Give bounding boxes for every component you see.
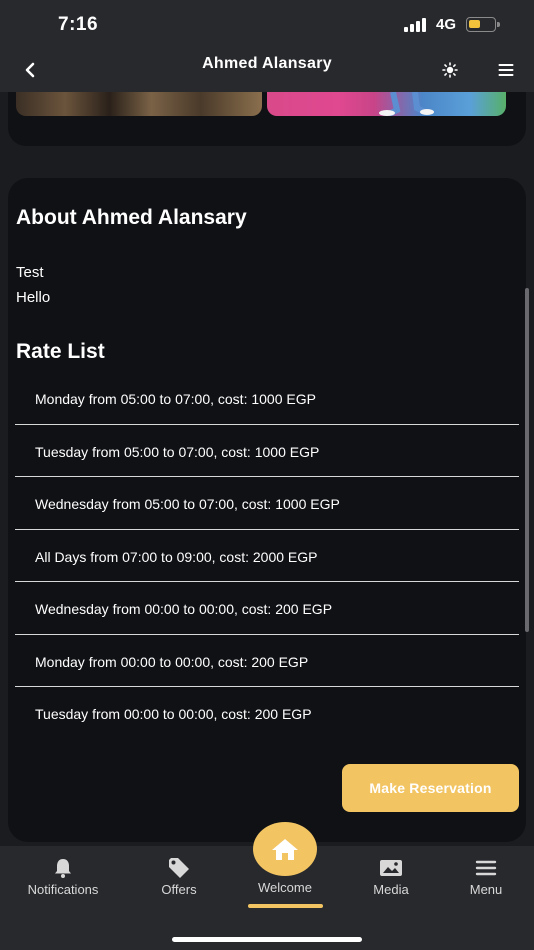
media-gallery-card	[8, 92, 526, 146]
bell-icon	[55, 859, 71, 878]
rate-item-text: All Days from 07:00 to 09:00, cost: 2000…	[35, 548, 318, 565]
sun-icon	[442, 62, 458, 78]
signal-icon	[404, 18, 430, 32]
scrollbar[interactable]	[525, 288, 529, 632]
rate-list-item: All Days from 07:00 to 09:00, cost: 2000…	[15, 530, 519, 582]
home-indicator[interactable]	[172, 937, 362, 942]
tab-label: Offers	[161, 882, 197, 897]
theme-toggle-button[interactable]	[438, 56, 462, 84]
tab-menu[interactable]: Menu	[438, 854, 534, 904]
tab-label: Menu	[469, 882, 503, 897]
network-type: 4G	[436, 16, 457, 33]
about-title: About Ahmed Alansary	[16, 206, 247, 229]
gallery-photo[interactable]	[267, 92, 506, 116]
rate-list-title: Rate List	[16, 340, 105, 363]
active-tab-indicator	[248, 904, 323, 908]
make-reservation-button[interactable]: Make Reservation	[342, 764, 519, 812]
rate-list-item: Wednesday from 00:00 to 00:00, cost: 200…	[15, 582, 519, 635]
rate-item-text: Monday from 00:00 to 00:00, cost: 200 EG…	[35, 653, 309, 670]
about-text-line: Hello	[16, 289, 51, 306]
tab-label: Media	[373, 882, 409, 897]
rate-list-item: Wednesday from 05:00 to 07:00, cost: 100…	[15, 477, 519, 530]
tab-notifications[interactable]: Notifications	[15, 854, 111, 904]
status-time: 7:16	[58, 14, 99, 35]
gallery-photo[interactable]	[16, 92, 262, 116]
rate-list: Monday from 05:00 to 07:00, cost: 1000 E…	[15, 372, 519, 740]
battery-icon	[466, 17, 500, 32]
tab-offers[interactable]: Offers	[131, 854, 227, 904]
tab-media[interactable]: Media	[343, 854, 439, 904]
scroll-content[interactable]: About Ahmed Alansary Test Hello Rate Lis…	[0, 92, 534, 846]
tab-label: Welcome	[258, 880, 312, 895]
rate-list-item: Monday from 00:00 to 00:00, cost: 200 EG…	[15, 635, 519, 687]
image-icon	[380, 860, 402, 876]
hamburger-menu-icon	[475, 860, 497, 876]
app-header: Ahmed Alansary	[0, 48, 534, 92]
header-menu-button[interactable]	[494, 56, 518, 84]
rate-list-item: Monday from 05:00 to 07:00, cost: 1000 E…	[15, 372, 519, 425]
rate-item-text: Wednesday from 05:00 to 07:00, cost: 100…	[35, 496, 340, 512]
bottom-tab-bar: Notifications Offers Welcome Media Menu	[0, 822, 534, 950]
status-bar: 7:16 4G	[0, 0, 534, 48]
home-icon	[272, 839, 298, 860]
rate-list-item: Tuesday from 05:00 to 07:00, cost: 1000 …	[15, 425, 519, 477]
about-text-line: Test	[16, 264, 44, 281]
tab-welcome[interactable]	[253, 822, 317, 876]
about-card: About Ahmed Alansary Test Hello Rate Lis…	[8, 178, 526, 842]
rate-item-text: Tuesday from 05:00 to 07:00, cost: 1000 …	[35, 443, 320, 460]
app-screen: 7:16 4G Ahmed Alansary About Ahmed Alans…	[0, 0, 534, 950]
tab-label: Notifications	[27, 882, 99, 897]
rate-list-item: Tuesday from 00:00 to 00:00, cost: 200 E…	[15, 687, 519, 740]
photo-figure	[379, 92, 434, 116]
hamburger-menu-icon	[498, 64, 514, 76]
tag-icon	[169, 858, 189, 878]
rate-item-text: Monday from 05:00 to 07:00, cost: 1000 E…	[35, 391, 316, 407]
rate-item-text: Wednesday from 00:00 to 00:00, cost: 200…	[35, 601, 333, 617]
rate-item-text: Tuesday from 00:00 to 00:00, cost: 200 E…	[35, 706, 312, 722]
